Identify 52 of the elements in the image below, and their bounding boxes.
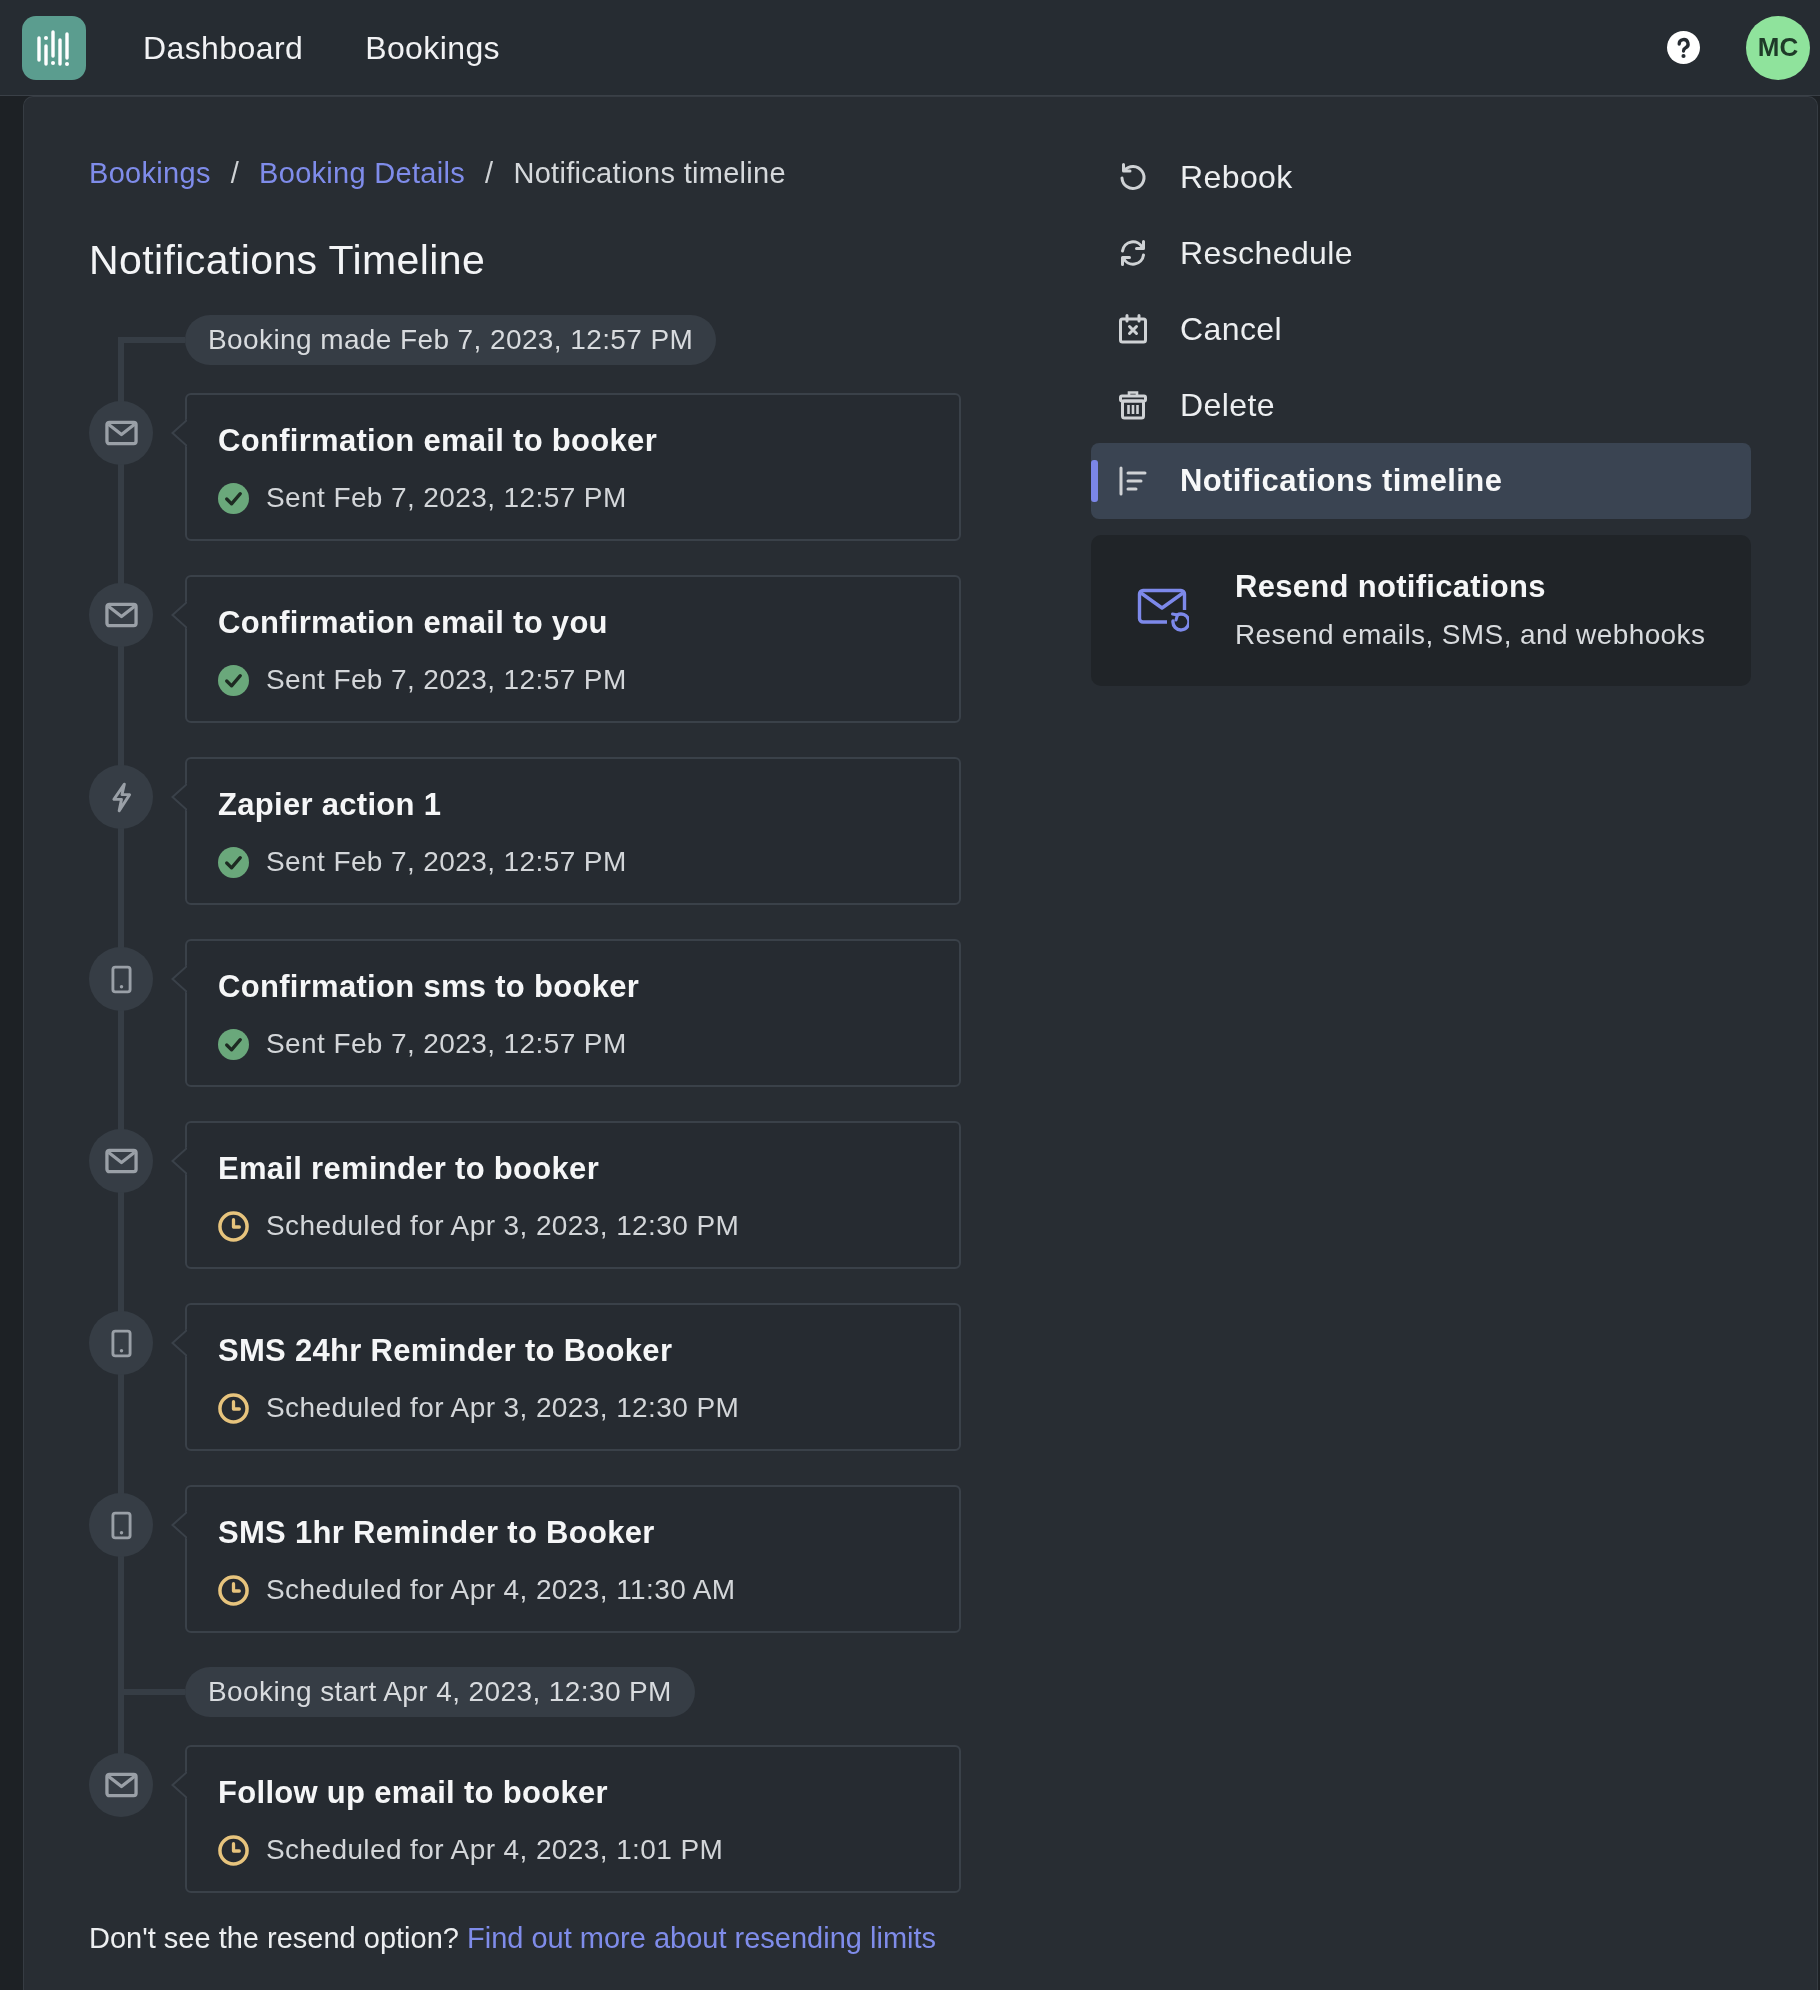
check-circle-icon xyxy=(218,846,249,878)
resend-subtitle: Resend emails, SMS, and webhooks xyxy=(1235,617,1706,652)
notification-status: Scheduled for Apr 4, 2023, 1:01 PM xyxy=(266,1833,724,1867)
action-menu-item[interactable]: Cancel xyxy=(1091,291,1751,367)
calendar-x-icon xyxy=(1117,313,1149,345)
trash-icon xyxy=(1117,389,1149,421)
notification-status: Sent Feb 7, 2023, 12:57 PM xyxy=(266,845,627,879)
page-title: Notifications Timeline xyxy=(89,236,487,284)
notification-title: SMS 24hr Reminder to Booker xyxy=(218,1333,674,1369)
notification-title: Follow up email to booker xyxy=(218,1775,609,1811)
notification-status: Sent Feb 7, 2023, 12:57 PM xyxy=(266,1027,627,1061)
resend-help-text: Don't see the resend option? Find out more about resending limits xyxy=(89,1921,938,1956)
breadcrumb-link[interactable]: Booking Details xyxy=(259,154,466,192)
timeline-event-label: Booking start Apr 4, 2023, 12:30 PM xyxy=(185,1667,695,1717)
help-icon[interactable] xyxy=(1667,31,1700,64)
clock-icon xyxy=(218,1574,249,1606)
notification-title: Confirmation sms to booker xyxy=(218,969,641,1005)
envelope-resend-icon xyxy=(1137,587,1189,634)
breadcrumb-separator: / xyxy=(230,156,240,191)
nav-link[interactable]: Dashboard xyxy=(143,28,304,67)
clock-icon xyxy=(218,1392,249,1424)
notification-title: Confirmation email to booker xyxy=(218,423,658,459)
resend-notifications-card[interactable]: Resend notifications Resend emails, SMS, and webhooks xyxy=(1091,535,1751,686)
clock-icon xyxy=(218,1210,249,1242)
breadcrumb-link[interactable]: Bookings xyxy=(89,154,211,192)
notification-title: Zapier action 1 xyxy=(218,787,443,823)
resending-limits-link[interactable]: Find out more about resending limits xyxy=(466,1922,937,1954)
timeline-event-label: Booking made Feb 7, 2023, 12:57 PM xyxy=(185,315,717,365)
breadcrumb-separator: / xyxy=(485,156,494,191)
timeline-list-icon xyxy=(1117,465,1149,497)
action-menu-item[interactable]: Delete xyxy=(1091,367,1751,443)
notification-status: Scheduled for Apr 3, 2023, 12:30 PM xyxy=(266,1391,740,1425)
action-menu-item[interactable]: Notifications timeline xyxy=(1091,443,1751,519)
notification-title: Email reminder to booker xyxy=(218,1151,601,1187)
clock-icon xyxy=(218,1834,249,1866)
notification-status: Sent Feb 7, 2023, 12:57 PM xyxy=(266,663,627,697)
action-menu-item[interactable]: Reschedule xyxy=(1091,215,1751,291)
user-avatar[interactable]: MC xyxy=(1746,15,1810,80)
active-indicator xyxy=(1091,460,1098,502)
nav-link[interactable]: Bookings xyxy=(365,28,500,67)
notification-status: Scheduled for Apr 3, 2023, 12:30 PM xyxy=(266,1209,740,1243)
action-menu-item[interactable]: Rebook xyxy=(1091,139,1751,215)
notification-title: Confirmation email to you xyxy=(218,605,609,641)
check-circle-icon xyxy=(218,1028,249,1060)
logo-icon[interactable] xyxy=(22,15,86,80)
notification-status: Scheduled for Apr 4, 2023, 11:30 AM xyxy=(266,1573,736,1607)
breadcrumb-current: Notifications timeline xyxy=(513,156,786,191)
notification-title: SMS 1hr Reminder to Booker xyxy=(218,1515,656,1551)
check-circle-icon xyxy=(218,664,249,696)
check-circle-icon xyxy=(218,482,249,514)
notification-status: Sent Feb 7, 2023, 12:57 PM xyxy=(266,481,627,515)
resend-title: Resend notifications xyxy=(1235,568,1547,605)
